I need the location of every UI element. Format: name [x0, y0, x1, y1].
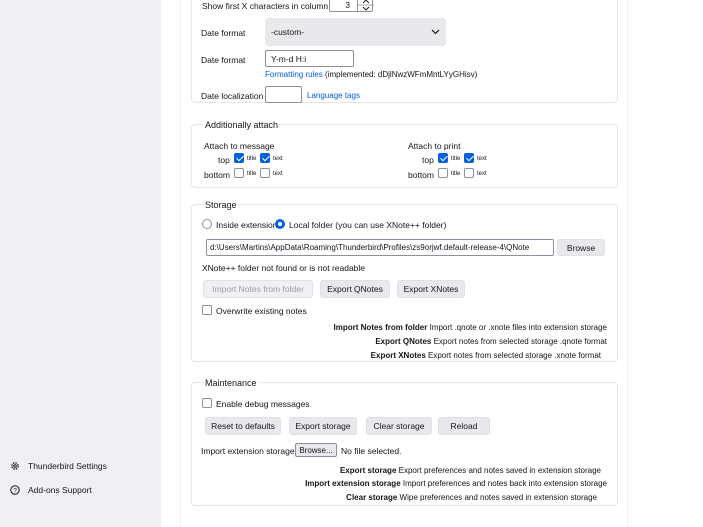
date-format-label: Date format [201, 28, 246, 38]
date-format-select-value: -custom- [271, 27, 305, 37]
message-bottom-label: bottom [204, 170, 230, 180]
debug-messages-checkbox[interactable] [202, 398, 212, 408]
desc-term: Export XNotes [370, 351, 426, 360]
message-top-title-label: title [247, 156, 257, 162]
storage-path-value: d:\Users\Martins\AppData\Roaming\Thunder… [210, 243, 530, 252]
import-storage-label: Import extension storage [201, 446, 295, 456]
date-format-input[interactable]: Y-m-d H:i [265, 50, 354, 67]
message-bottom-text-label: text [273, 171, 283, 177]
attach-legend: Additionally attach [204, 120, 280, 130]
xnote-status-text: XNote++ folder not found or is not reada… [202, 263, 366, 273]
desc-term: Import Notes from folder [333, 323, 428, 332]
desc-term: Import extension storage [305, 479, 401, 488]
export-storage-button[interactable]: Export storage [289, 417, 357, 435]
show-first-value: 3 [345, 0, 350, 10]
local-folder-radio[interactable] [275, 219, 285, 229]
desc-text: Export notes from selected storage .xnot… [428, 351, 601, 360]
maint-desc-import: Import extension storage Import preferen… [305, 479, 607, 488]
print-bottom-text-checkbox[interactable] [464, 168, 474, 178]
desc-term: Export QNotes [375, 337, 432, 346]
overwrite-notes-checkbox[interactable] [202, 305, 212, 315]
desc-text: Export notes from selected storage .qnot… [433, 337, 607, 346]
desc-term: Clear storage [346, 493, 398, 502]
print-top-text-label: text [477, 156, 487, 162]
thunderbird-settings-link[interactable]: Thunderbird Settings [10, 461, 107, 471]
maint-desc-clear: Clear storage Wipe preferences and notes… [346, 493, 597, 502]
svg-text:?: ? [13, 487, 17, 494]
attach-message-label: Attach to message [204, 141, 275, 151]
display-fieldset [191, 0, 618, 103]
overwrite-notes-label: Overwrite existing notes [216, 306, 307, 316]
print-bottom-text-label: text [477, 171, 487, 177]
main-content: Show first X characters in column 3 Date… [180, 0, 628, 527]
storage-legend: Storage [204, 200, 238, 210]
export-qnotes-button[interactable]: Export QNotes [320, 280, 390, 298]
date-format-select[interactable]: -custom- [265, 18, 446, 46]
addons-support-label: Add-ons Support [28, 485, 92, 495]
message-top-text-checkbox[interactable] [260, 153, 270, 163]
maint-desc-export: Export storage Export preferences and no… [340, 466, 601, 475]
language-tags-link[interactable]: Language tags [307, 91, 360, 100]
stepper-buttons[interactable] [357, 0, 374, 12]
chevron-down-icon [431, 29, 440, 35]
print-top-label: top [422, 155, 434, 165]
message-top-title-checkbox[interactable] [234, 153, 244, 163]
debug-messages-label: Enable debug messages [216, 399, 310, 409]
print-bottom-title-label: title [451, 171, 461, 177]
storage-desc-export-xnotes: Export XNotes Export notes from selected… [371, 351, 601, 360]
browse-folder-button[interactable]: Browse [557, 239, 605, 256]
import-notes-button[interactable]: Import Notes from folder [203, 280, 313, 298]
formatting-rules-link[interactable]: Formatting rules [265, 70, 323, 79]
message-top-text-label: text [273, 156, 283, 162]
date-format-label-2: Date format [201, 55, 246, 65]
help-icon: ? [10, 485, 20, 495]
local-folder-label: Local folder (you can use XNote++ folder… [289, 220, 447, 230]
print-top-text-checkbox[interactable] [464, 153, 474, 163]
reload-button[interactable]: Reload [438, 417, 490, 435]
storage-desc-import: Import Notes from folder Import .qnote o… [334, 323, 607, 332]
message-top-label: top [218, 155, 230, 165]
maintenance-legend: Maintenance [204, 378, 258, 388]
clear-storage-button[interactable]: Clear storage [366, 417, 432, 435]
thunderbird-settings-label: Thunderbird Settings [28, 461, 107, 471]
message-bottom-title-label: title [247, 171, 257, 177]
show-first-label: Show first X characters in column [202, 1, 329, 11]
no-file-text: No file selected. [341, 446, 402, 456]
desc-text: Import preferences and notes back into e… [402, 479, 607, 488]
date-localization-input[interactable] [265, 86, 302, 103]
addons-support-link[interactable]: ? Add-ons Support [10, 485, 92, 495]
date-format-input-value: Y-m-d H:i [271, 53, 307, 64]
sidebar: Thunderbird Settings ? Add-ons Support [0, 0, 161, 527]
desc-term: Export storage [339, 466, 397, 475]
print-top-title-checkbox[interactable] [438, 153, 448, 163]
storage-path-input[interactable]: d:\Users\Martins\AppData\Roaming\Thunder… [206, 239, 554, 256]
gear-icon [10, 461, 20, 471]
desc-text: Export preferences and notes saved in ex… [398, 466, 601, 475]
file-browse-button[interactable]: Browse... [295, 443, 337, 457]
date-localization-label: Date localization [201, 91, 264, 101]
message-bottom-text-checkbox[interactable] [260, 168, 270, 178]
reset-defaults-button[interactable]: Reset to defaults [205, 417, 281, 435]
print-top-title-label: title [451, 156, 461, 162]
formatting-rules-note: (implemented: dDjlNwzWFmMntLYyGHisv) [325, 70, 478, 79]
desc-text: Import .qnote or .xnote files into exten… [429, 323, 607, 332]
inside-extension-radio[interactable] [202, 219, 212, 229]
inside-extension-label: Inside extension [216, 220, 278, 230]
message-bottom-title-checkbox[interactable] [234, 168, 244, 178]
attach-print-label: Attach to print [408, 141, 461, 151]
storage-desc-export-qnotes: Export QNotes Export notes from selected… [375, 337, 607, 346]
stepper-arrows-icon [358, 0, 374, 11]
print-bottom-label: bottom [408, 170, 434, 180]
export-xnotes-button[interactable]: Export XNotes [397, 280, 465, 298]
print-bottom-title-checkbox[interactable] [438, 168, 448, 178]
desc-text: Wipe preferences and notes saved in exte… [399, 493, 597, 502]
